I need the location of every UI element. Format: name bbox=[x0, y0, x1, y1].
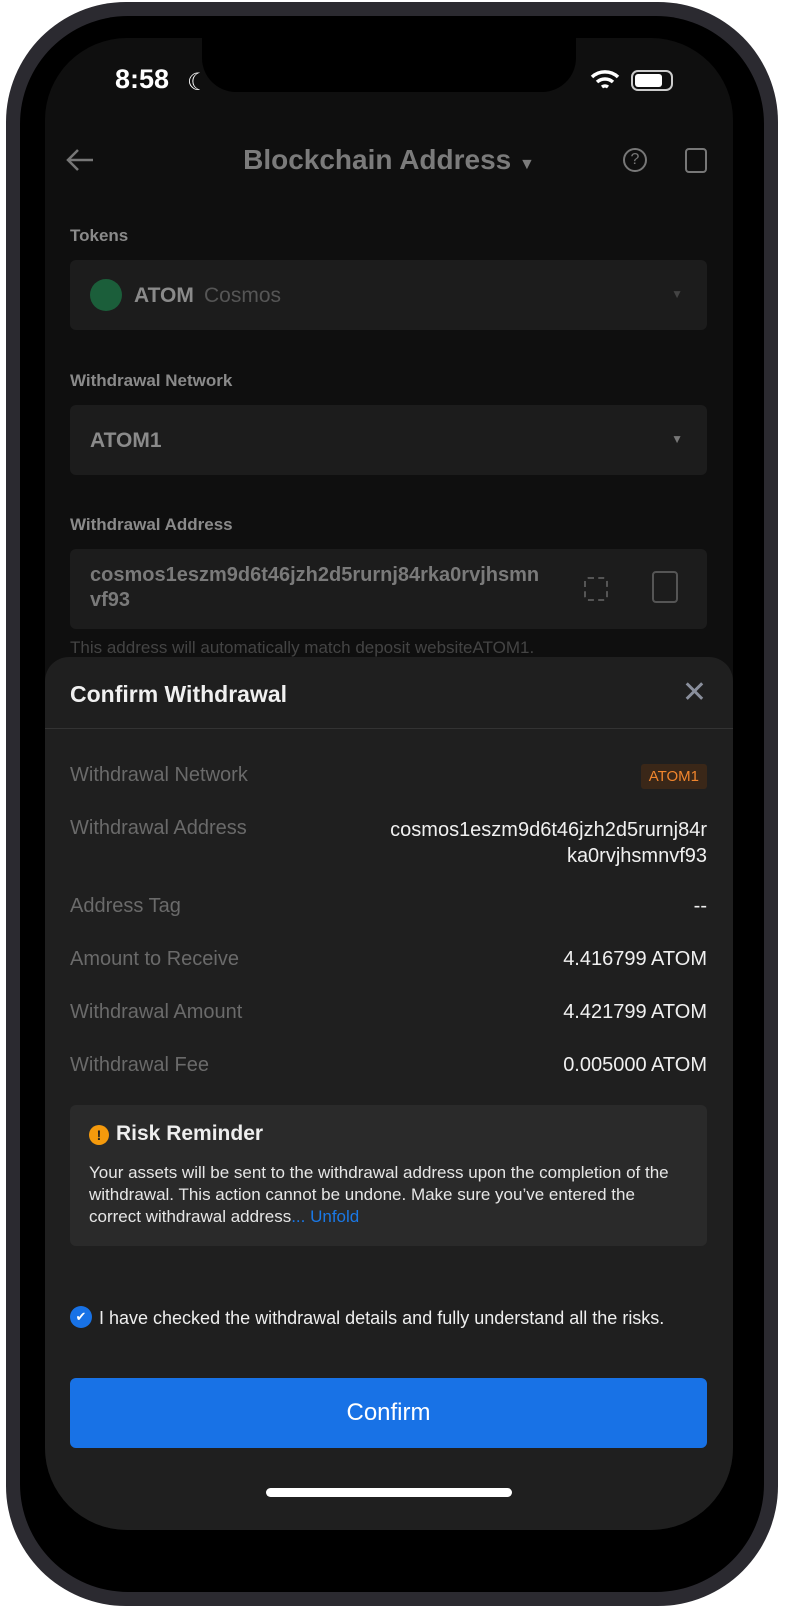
row-value: 4.421799 ATOM bbox=[563, 1001, 707, 1023]
row-value: 0.005000 ATOM bbox=[563, 1054, 707, 1076]
row-value: cosmos1eszm9d6t46jzh2d5rurnj84rka0rvjhsm… bbox=[390, 819, 707, 867]
row-amount: Withdrawal Amount 4.421799 ATOM bbox=[70, 1001, 707, 1024]
wifi-icon bbox=[590, 70, 620, 89]
row-value: 4.416799 ATOM bbox=[563, 948, 707, 970]
battery-icon bbox=[631, 70, 673, 91]
token-symbol: ATOM bbox=[134, 284, 194, 307]
cosmos-icon bbox=[90, 279, 122, 311]
network-label: Withdrawal Network bbox=[70, 371, 233, 390]
row-tag: Address Tag -- bbox=[70, 895, 707, 918]
divider bbox=[45, 728, 733, 729]
caret-down-icon: ▼ bbox=[519, 156, 535, 173]
scan-icon[interactable] bbox=[584, 577, 608, 601]
unfold-link[interactable]: ... Unfold bbox=[291, 1207, 359, 1226]
risk-title: Risk Reminder bbox=[116, 1122, 264, 1145]
checkbox-checked-icon[interactable]: ✔ bbox=[70, 1306, 92, 1328]
row-label: Withdrawal Address bbox=[70, 817, 247, 839]
token-name: Cosmos bbox=[204, 284, 282, 307]
confirm-withdrawal-sheet: Confirm Withdrawal ✕ Withdrawal Network A… bbox=[45, 657, 733, 1530]
home-indicator bbox=[266, 1488, 512, 1497]
row-label: Amount to Receive bbox=[70, 948, 239, 970]
row-address: Withdrawal Address cosmos1eszm9d6t46jzh2d… bbox=[70, 817, 707, 869]
help-icon[interactable]: ? bbox=[623, 148, 647, 172]
checkbox-label[interactable]: I have checked the withdrawal details an… bbox=[99, 1306, 699, 1330]
moon-icon: ☾ bbox=[187, 69, 209, 96]
chevron-down-icon: ▼ bbox=[671, 287, 683, 301]
close-icon[interactable]: ✕ bbox=[682, 675, 707, 710]
warning-icon: ! bbox=[89, 1125, 109, 1145]
notch bbox=[202, 38, 576, 92]
risk-body: Your assets will be sent to the withdraw… bbox=[89, 1163, 669, 1226]
risk-text: Your assets will be sent to the withdraw… bbox=[89, 1162, 689, 1228]
screen: 8:58 ☾ Blockchain Address ▼ ? Tokens ATO… bbox=[45, 38, 733, 1530]
row-label: Withdrawal Amount bbox=[70, 1001, 243, 1023]
network-badge: ATOM1 bbox=[640, 764, 707, 789]
title-text: Blockchain Address bbox=[243, 144, 512, 175]
status-time: 8:58 bbox=[115, 64, 170, 94]
confirm-button[interactable]: Confirm bbox=[70, 1378, 707, 1448]
risk-reminder: ! Risk Reminder Your assets will be sent… bbox=[70, 1105, 707, 1246]
address-value: cosmos1eszm9d6t46jzh2d5rurnj84rka0rvjhsm… bbox=[90, 564, 540, 611]
address-hint: This address will automatically match de… bbox=[70, 638, 535, 657]
row-fee: Withdrawal Fee 0.005000 ATOM bbox=[70, 1054, 707, 1077]
token-select[interactable]: ATOM Cosmos ▼ bbox=[70, 260, 707, 330]
tokens-label: Tokens bbox=[70, 226, 129, 245]
network-value: ATOM1 bbox=[90, 429, 162, 452]
chevron-down-icon: ▼ bbox=[671, 432, 683, 446]
row-label: Withdrawal Network bbox=[70, 764, 248, 786]
sheet-title: Confirm Withdrawal bbox=[70, 681, 288, 707]
row-network: Withdrawal Network ATOM1 bbox=[70, 764, 707, 789]
row-receive: Amount to Receive 4.416799 ATOM bbox=[70, 948, 707, 971]
address-label: Withdrawal Address bbox=[70, 515, 233, 534]
row-value: -- bbox=[693, 895, 707, 917]
address-book-icon[interactable] bbox=[652, 571, 678, 603]
network-select[interactable]: ATOM1 ▼ bbox=[70, 405, 707, 475]
row-label: Address Tag bbox=[70, 895, 181, 917]
address-input[interactable]: cosmos1eszm9d6t46jzh2d5rurnj84rka0rvjhsm… bbox=[70, 549, 707, 629]
history-icon[interactable] bbox=[685, 148, 707, 173]
row-label: Withdrawal Fee bbox=[70, 1054, 209, 1076]
